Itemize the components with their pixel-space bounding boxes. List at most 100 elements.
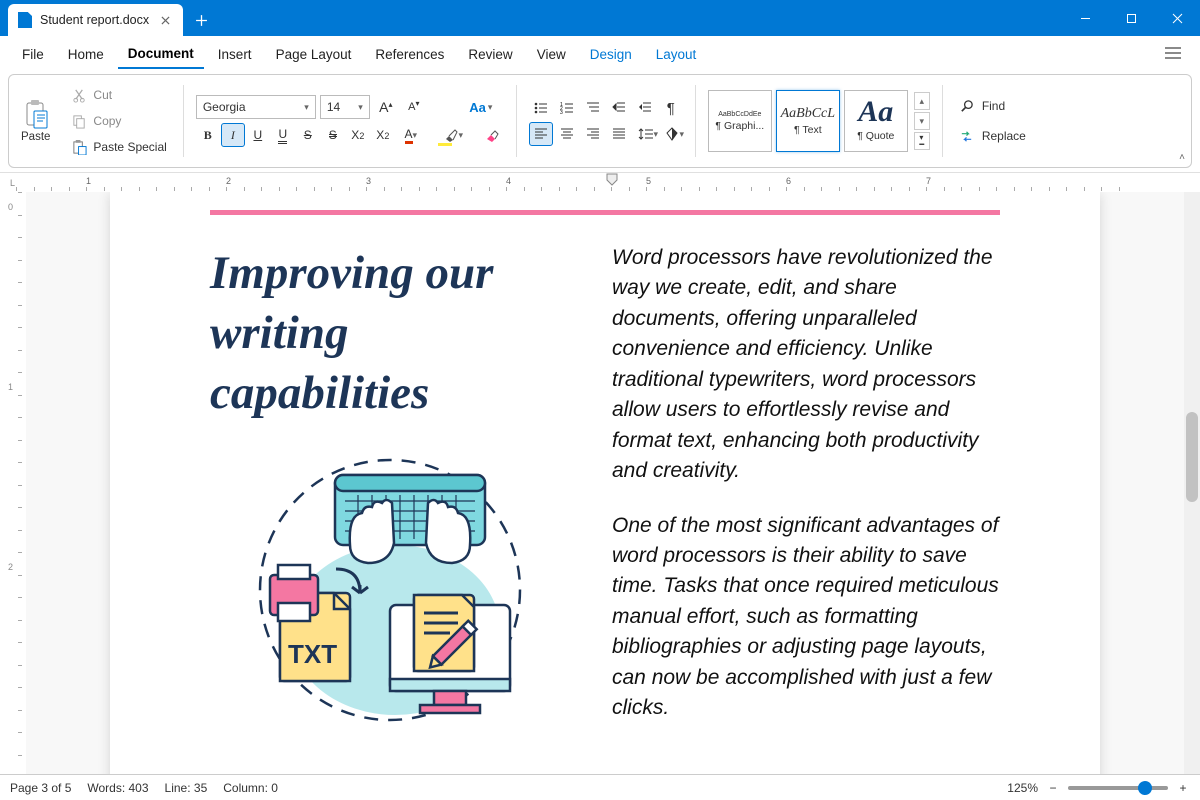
menu-home[interactable]: Home: [58, 41, 114, 68]
zoom-slider[interactable]: [1068, 786, 1168, 790]
editing-group: Find Replace: [949, 79, 1032, 163]
decrease-indent-button[interactable]: [607, 96, 631, 120]
overflow-menu-icon[interactable]: [1158, 40, 1188, 69]
indent-marker-icon[interactable]: [606, 173, 618, 191]
menu-insert[interactable]: Insert: [208, 41, 262, 68]
italic-button[interactable]: I: [221, 123, 245, 147]
close-button[interactable]: [1154, 0, 1200, 36]
change-case-button[interactable]: Aa▾: [464, 95, 498, 119]
paragraph-2: One of the most significant advantages o…: [612, 511, 1000, 724]
maximize-button[interactable]: [1108, 0, 1154, 36]
font-group: Georgia▾ 14▾ A▴ A▾ Aa▾ B I U U S S X2 X2…: [190, 79, 510, 163]
styles-up-icon[interactable]: ▴: [914, 92, 930, 110]
page: Improving our writing capabilities: [110, 192, 1100, 774]
align-center-button[interactable]: [555, 122, 579, 146]
style-graphic[interactable]: AaBbCcDdEe ¶ Graphi...: [708, 90, 772, 152]
status-bar: Page 3 of 5 Words: 403 Line: 35 Column: …: [0, 774, 1200, 800]
window-controls: [1062, 0, 1200, 36]
grow-font-button[interactable]: A▴: [374, 95, 398, 119]
document-canvas[interactable]: Improving our writing capabilities: [26, 192, 1184, 774]
cut-button[interactable]: Cut: [68, 83, 170, 107]
menu-layout[interactable]: Layout: [646, 41, 707, 68]
clipboard-group: Cut Copy Paste Special: [62, 79, 176, 163]
style-quote[interactable]: Aa ¶ Quote: [844, 90, 908, 152]
status-line[interactable]: Line: 35: [165, 781, 208, 795]
font-color-button[interactable]: A▾: [396, 123, 426, 147]
shrink-font-button[interactable]: A▾: [402, 95, 426, 119]
align-right-button[interactable]: [581, 122, 605, 146]
workspace: 012 Improving our writing capabilities: [0, 192, 1200, 774]
paragraph-1: Word processors have revolutionized the …: [612, 243, 1000, 487]
status-column[interactable]: Column: 0: [223, 781, 278, 795]
status-words[interactable]: Words: 403: [87, 781, 148, 795]
multilevel-button[interactable]: [581, 96, 605, 120]
subscript-button[interactable]: X2: [371, 123, 395, 147]
minimize-button[interactable]: [1062, 0, 1108, 36]
menu-bar: File Home Document Insert Page Layout Re…: [0, 36, 1200, 74]
styles-down-icon[interactable]: ▾: [914, 112, 930, 130]
clear-format-button[interactable]: [480, 123, 504, 147]
title-bar: Student report.docx: [0, 0, 1200, 36]
paste-icon[interactable]: [23, 99, 49, 129]
tab-title: Student report.docx: [40, 13, 149, 27]
doc-heading[interactable]: Improving our writing capabilities: [210, 243, 570, 423]
copy-button[interactable]: Copy: [68, 109, 170, 133]
find-button[interactable]: Find: [959, 95, 1026, 117]
tab-close-icon[interactable]: [157, 12, 173, 28]
numbering-button[interactable]: 123: [555, 96, 579, 120]
underline-button[interactable]: U: [246, 123, 270, 147]
paste-label[interactable]: Paste: [21, 131, 50, 143]
svg-text:3: 3: [560, 110, 563, 116]
scroll-thumb[interactable]: [1186, 412, 1198, 502]
highlight-button[interactable]: ▾: [436, 123, 470, 147]
zoom-knob[interactable]: [1138, 781, 1152, 795]
strikethrough-button[interactable]: S: [296, 123, 320, 147]
align-left-button[interactable]: [529, 122, 553, 146]
styles-more-icon[interactable]: ▾━: [914, 132, 930, 150]
doc-body[interactable]: Word processors have revolutionized the …: [612, 243, 1000, 748]
superscript-button[interactable]: X2: [346, 123, 370, 147]
font-name-select[interactable]: Georgia▾: [196, 95, 316, 119]
styles-group: AaBbCcDdEe ¶ Graphi... AaBbCcL ¶ Text Aa…: [702, 79, 936, 163]
zoom-in-button[interactable]: +: [1176, 781, 1190, 795]
menu-file[interactable]: File: [12, 41, 54, 68]
ribbon: Paste Cut Copy Paste Special Georgia▾ 14…: [8, 74, 1192, 168]
horizontal-ruler[interactable]: 1234567: [26, 173, 1200, 192]
collapse-ribbon-icon[interactable]: ˄: [1179, 152, 1185, 163]
zoom-value[interactable]: 125%: [1007, 781, 1038, 795]
vertical-ruler[interactable]: 012: [0, 192, 26, 774]
menu-review[interactable]: Review: [458, 41, 522, 68]
vertical-scrollbar[interactable]: [1184, 192, 1200, 774]
double-underline-button[interactable]: U: [271, 123, 295, 147]
status-page[interactable]: Page 3 of 5: [10, 781, 71, 795]
increase-indent-button[interactable]: [633, 96, 657, 120]
menu-page-layout[interactable]: Page Layout: [266, 41, 362, 68]
paragraph-group: 123 ¶ ▾ ▾: [523, 79, 689, 163]
menu-view[interactable]: View: [527, 41, 576, 68]
bold-button[interactable]: B: [196, 123, 220, 147]
paste-special-button[interactable]: Paste Special: [68, 135, 170, 159]
shading-button[interactable]: ▾: [659, 122, 689, 146]
doc-illustration[interactable]: TXT: [210, 445, 570, 735]
styles-scroll[interactable]: ▴ ▾ ▾━: [914, 92, 930, 150]
doc-icon: [18, 12, 32, 28]
double-strike-button[interactable]: S: [321, 123, 345, 147]
zoom-control: 125% − +: [1007, 781, 1190, 795]
zoom-out-button[interactable]: −: [1046, 781, 1060, 795]
ruler-row: L 1234567: [0, 172, 1200, 192]
menu-document[interactable]: Document: [118, 40, 204, 69]
new-tab-button[interactable]: [187, 6, 215, 34]
ruler-corner: L: [0, 173, 26, 192]
justify-button[interactable]: [607, 122, 631, 146]
menu-design[interactable]: Design: [580, 41, 642, 68]
accent-bar: [210, 210, 1000, 215]
menu-references[interactable]: References: [365, 41, 454, 68]
replace-button[interactable]: Replace: [959, 125, 1026, 147]
pilcrow-button[interactable]: ¶: [659, 96, 683, 120]
paste-group: Paste: [15, 79, 56, 163]
bullets-button[interactable]: [529, 96, 553, 120]
style-text[interactable]: AaBbCcL ¶ Text: [776, 90, 840, 152]
svg-text:TXT: TXT: [288, 639, 337, 669]
document-tab[interactable]: Student report.docx: [8, 4, 183, 36]
font-size-select[interactable]: 14▾: [320, 95, 370, 119]
